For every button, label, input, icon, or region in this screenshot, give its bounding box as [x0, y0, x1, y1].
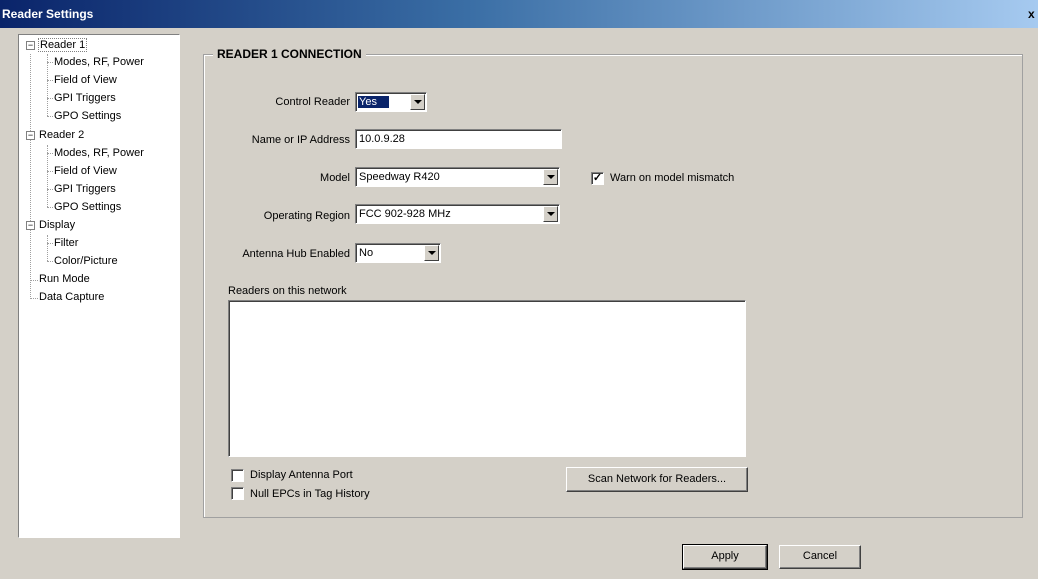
- tree-connector: [47, 153, 53, 154]
- name-ip-label: Name or IP Address: [251, 134, 350, 146]
- tree-connector: [47, 80, 53, 81]
- tree-connector: [30, 298, 38, 299]
- tree-connector: [47, 145, 48, 207]
- tree-connector: [47, 116, 53, 117]
- select-value: Yes: [358, 96, 389, 108]
- tree-item-field-of-view-2[interactable]: Field of View: [54, 164, 117, 180]
- tree-item-gpo-settings-1[interactable]: GPO Settings: [54, 109, 121, 125]
- null-epcs-checkbox[interactable]: [231, 487, 244, 500]
- tree-connector: [47, 62, 53, 63]
- tree-item-filter[interactable]: Filter: [54, 236, 78, 252]
- tree-item-modes-rf-power-1[interactable]: Modes, RF, Power: [54, 55, 144, 71]
- tree-item-gpo-settings-2[interactable]: GPO Settings: [54, 200, 121, 216]
- control-reader-label: Control Reader: [275, 96, 350, 108]
- cancel-button[interactable]: Cancel: [779, 545, 861, 569]
- tree-connector: [47, 207, 53, 208]
- tree-item-label: Reader 1: [38, 38, 88, 52]
- tree-connector: [47, 261, 53, 262]
- tree-item-field-of-view-1[interactable]: Field of View: [54, 73, 117, 89]
- apply-button[interactable]: Apply: [682, 544, 768, 570]
- tree-connector: [47, 243, 53, 244]
- tree-item-gpi-triggers-1[interactable]: GPI Triggers: [54, 91, 116, 107]
- chevron-down-icon[interactable]: [543, 169, 558, 185]
- tree-item-gpi-triggers-2[interactable]: GPI Triggers: [54, 182, 116, 198]
- tree-item-reader-2[interactable]: Reader 2: [39, 128, 84, 144]
- antenna-hub-label: Antenna Hub Enabled: [242, 248, 350, 260]
- tree-item-color-picture[interactable]: Color/Picture: [54, 254, 118, 270]
- scan-network-button[interactable]: Scan Network for Readers...: [566, 467, 748, 492]
- warn-mismatch-label[interactable]: Warn on model mismatch: [610, 172, 734, 184]
- tree-item-run-mode[interactable]: Run Mode: [39, 272, 90, 288]
- collapse-icon[interactable]: −: [26, 41, 35, 50]
- readers-list-label: Readers on this network: [228, 285, 347, 297]
- tree-item-display[interactable]: Display: [39, 218, 75, 234]
- warn-mismatch-checkbox[interactable]: ✓: [591, 172, 604, 185]
- title-bar: Reader Settings x: [0, 0, 1038, 28]
- tree-item-modes-rf-power-2[interactable]: Modes, RF, Power: [54, 146, 144, 162]
- display-antenna-port-label[interactable]: Display Antenna Port: [250, 469, 353, 481]
- control-reader-select[interactable]: Yes: [355, 92, 427, 112]
- operating-region-select[interactable]: FCC 902-928 MHz: [355, 204, 560, 224]
- select-value: Speedway R420: [359, 171, 440, 183]
- group-title: READER 1 CONNECTION: [213, 47, 366, 61]
- tree-connector: [47, 171, 53, 172]
- tree-item-reader-1[interactable]: Reader 1: [38, 38, 88, 54]
- tree-connector: [47, 189, 53, 190]
- tree-connector: [30, 54, 31, 299]
- select-value: FCC 902-928 MHz: [359, 208, 451, 220]
- display-antenna-port-checkbox[interactable]: [231, 469, 244, 482]
- operating-region-label: Operating Region: [263, 210, 350, 222]
- tree-connector: [30, 280, 38, 281]
- chevron-down-icon[interactable]: [543, 206, 558, 222]
- close-icon[interactable]: x: [1028, 7, 1038, 23]
- tree-connector: [47, 98, 53, 99]
- select-value: No: [359, 247, 374, 259]
- collapse-icon[interactable]: −: [26, 221, 35, 230]
- tree-connector: [47, 235, 48, 261]
- model-label: Model: [320, 172, 350, 184]
- checkmark-icon: ✓: [592, 172, 603, 184]
- tree-item-data-capture[interactable]: Data Capture: [39, 290, 104, 306]
- readers-list[interactable]: [228, 300, 746, 457]
- collapse-icon[interactable]: −: [26, 131, 35, 140]
- tree-connector: [47, 54, 48, 116]
- chevron-down-icon[interactable]: [410, 94, 425, 110]
- chevron-down-icon[interactable]: [424, 245, 439, 261]
- name-ip-field[interactable]: 10.0.9.28: [355, 129, 562, 149]
- null-epcs-label[interactable]: Null EPCs in Tag History: [250, 488, 370, 500]
- antenna-hub-select[interactable]: No: [355, 243, 441, 263]
- model-select[interactable]: Speedway R420: [355, 167, 560, 187]
- window-title: Reader Settings: [2, 7, 94, 21]
- settings-tree[interactable]: − Reader 1 Modes, RF, Power Field of Vie…: [18, 34, 180, 538]
